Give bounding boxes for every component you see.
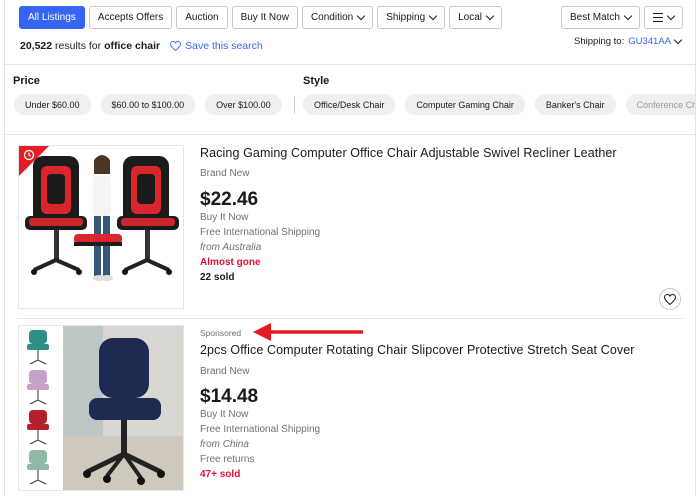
- annotation-arrow-icon: [253, 323, 363, 341]
- listing-title[interactable]: 2pcs Office Computer Rotating Chair Slip…: [200, 343, 635, 357]
- search-results-page: All Listings Accepts Offers Auction Buy …: [4, 0, 696, 496]
- chair-cover-image: [19, 326, 183, 490]
- listing-format: Buy It Now: [200, 409, 249, 420]
- listing-price: $14.48: [200, 386, 259, 407]
- listing-condition: Brand New: [200, 366, 250, 377]
- listing-item[interactable]: Sponsored 2pcs Office Computer Rotating …: [5, 0, 695, 496]
- listing-shipping: Free International Shipping: [200, 424, 321, 435]
- listing-image[interactable]: [18, 325, 184, 491]
- listing-returns: Free returns: [200, 454, 255, 465]
- listing-location: from China: [200, 439, 249, 450]
- listing-sold-count: 47+ sold: [200, 469, 241, 480]
- sponsored-label: Sponsored: [200, 328, 242, 338]
